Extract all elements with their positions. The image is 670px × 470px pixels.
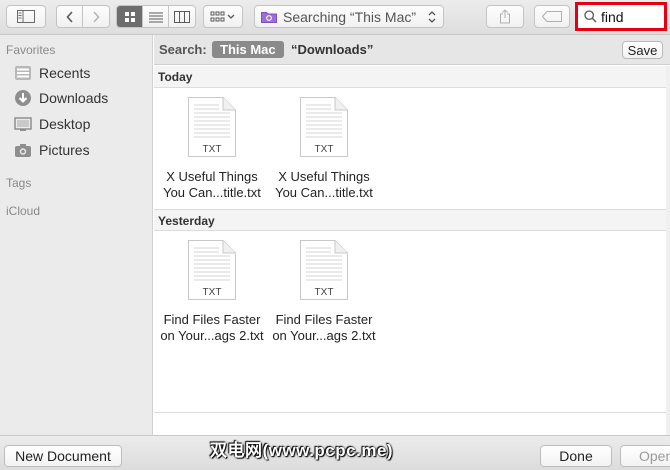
results-area: Today TXT X Useful Things You Can...titl… (154, 66, 670, 435)
toolbar: Searching “This Mac” (0, 0, 670, 35)
list-icon (148, 12, 163, 22)
search-field[interactable] (575, 2, 667, 31)
watermark: 双电网(www.pcpc.me) (210, 441, 394, 460)
new-document-button[interactable]: New Document (4, 445, 122, 467)
txt-document-icon: TXT (188, 240, 236, 300)
sidebar-heading-tags[interactable]: Tags (6, 176, 31, 190)
group-header-today: Today (154, 66, 670, 88)
file-item[interactable]: TXT X Useful Things You Can...title.txt (156, 97, 268, 201)
txt-document-icon: TXT (300, 240, 348, 300)
sidebar-item-recents[interactable]: Recents (13, 62, 90, 84)
columns-icon (174, 10, 190, 23)
sidebar-heading-icloud[interactable]: iCloud (6, 204, 40, 218)
file-name: Find Files Faster on Your...ags 2.txt (160, 312, 264, 343)
share-icon (500, 9, 510, 24)
scope-this-mac-button[interactable]: This Mac (212, 41, 284, 58)
view-mode-control (116, 5, 196, 28)
group-header-yesterday: Yesterday (154, 209, 670, 231)
search-scope-bar: Search: This Mac “Downloads” Save (154, 35, 670, 65)
search-icon (584, 10, 597, 23)
file-item[interactable]: TXT Find Files Faster on Your...ags 2.tx… (268, 240, 380, 344)
sidebar-item-label: Downloads (39, 90, 109, 106)
purple-folder-icon (261, 12, 277, 23)
sidebar-heading-favorites: Favorites (6, 43, 56, 57)
file-type-badge: TXT (314, 287, 334, 298)
list-view-button[interactable] (143, 6, 169, 27)
sidebar-item-desktop[interactable]: Desktop (13, 113, 90, 135)
file-item[interactable]: TXT Find Files Faster on Your...ags 2.tx… (156, 240, 268, 344)
path-popup-label: Searching “This Mac” (283, 8, 417, 25)
up-down-chevron-icon (428, 11, 436, 23)
sidebar-toggle-button[interactable] (6, 5, 46, 28)
share-button[interactable] (486, 5, 524, 28)
forward-button[interactable] (83, 6, 109, 27)
sidebar-item-label: Desktop (39, 116, 91, 132)
back-button[interactable] (57, 6, 83, 27)
file-name: X Useful Things You Can...title.txt (163, 169, 261, 200)
column-view-button[interactable] (169, 6, 195, 27)
file-item[interactable]: TXT X Useful Things You Can...title.txt (268, 97, 380, 201)
icon-view-button[interactable] (117, 6, 143, 27)
save-search-button[interactable]: Save (622, 41, 663, 59)
file-type-badge: TXT (314, 144, 334, 155)
sidebar-item-label: Pictures (39, 142, 90, 158)
download-icon (13, 88, 33, 108)
chevron-right-icon (93, 10, 100, 23)
divider (154, 412, 670, 413)
sidebar-item-downloads[interactable]: Downloads (13, 87, 108, 109)
search-input[interactable] (601, 8, 661, 25)
file-type-badge: TXT (202, 287, 222, 298)
scope-label: Search: (159, 42, 207, 57)
back-forward-control (56, 5, 110, 28)
vertical-scrollbar[interactable] (666, 66, 670, 435)
sidebar-icon (17, 10, 35, 23)
tag-icon (542, 11, 562, 22)
clock-icon (13, 63, 33, 83)
grid-icon (124, 11, 135, 22)
tags-button[interactable] (534, 5, 570, 28)
arrange-grid-icon (210, 11, 235, 21)
chevron-left-icon (65, 10, 73, 23)
txt-document-icon: TXT (300, 97, 348, 157)
path-popup-button[interactable]: Searching “This Mac” (254, 5, 444, 28)
scope-downloads-button[interactable]: “Downloads” (291, 42, 373, 57)
txt-document-icon: TXT (188, 97, 236, 157)
done-button[interactable]: Done (540, 445, 612, 467)
file-type-badge: TXT (202, 144, 222, 155)
desktop-icon (13, 114, 33, 134)
open-button[interactable]: Open (620, 445, 670, 467)
sidebar-item-label: Recents (39, 65, 91, 81)
file-name: Find Files Faster on Your...ags 2.txt (272, 312, 376, 343)
camera-icon (13, 140, 33, 160)
sidebar: Favorites Recents Downloads Desktop Pict… (0, 35, 153, 435)
group-by-button[interactable] (203, 5, 243, 28)
file-name: X Useful Things You Can...title.txt (275, 169, 373, 200)
sidebar-item-pictures[interactable]: Pictures (13, 139, 90, 161)
